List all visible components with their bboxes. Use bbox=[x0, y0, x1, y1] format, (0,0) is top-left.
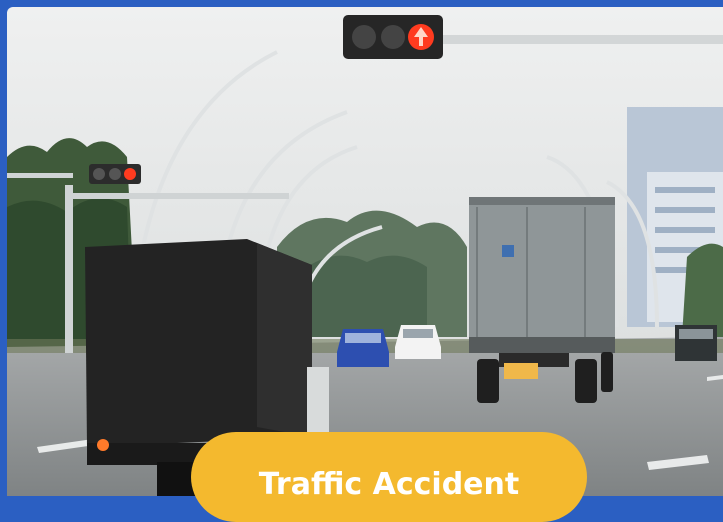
frame-border: Traffic Accident bbox=[0, 0, 723, 522]
traffic-light-left bbox=[89, 164, 141, 184]
signal-pole-top bbox=[437, 35, 723, 44]
street-photo bbox=[7, 7, 723, 496]
car-blue bbox=[337, 329, 389, 367]
street-scene-image bbox=[7, 7, 723, 496]
car-white bbox=[395, 325, 441, 359]
traffic-light-top bbox=[343, 15, 443, 59]
car-right bbox=[675, 325, 717, 361]
category-badge[interactable]: Traffic Accident bbox=[191, 432, 587, 522]
